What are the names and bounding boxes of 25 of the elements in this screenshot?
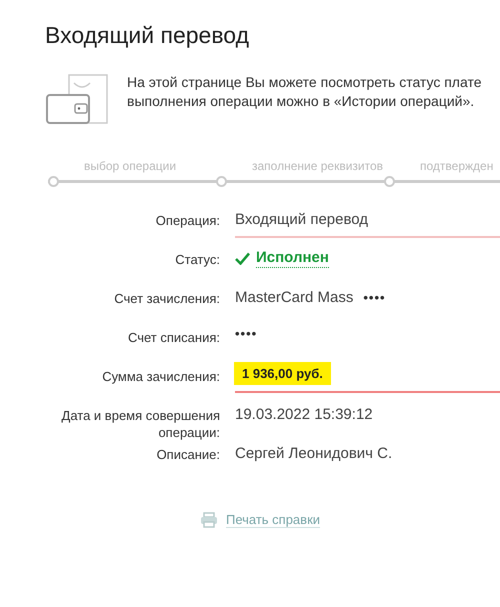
detail-label: Сумма зачисления:	[101, 368, 220, 385]
page-title: Входящий перевод	[44, 21, 250, 49]
amount-value: 1 936,00 руб.	[234, 362, 331, 385]
detail-label: Описание:	[156, 446, 220, 463]
step-label: подтвержден	[420, 159, 494, 173]
print-link[interactable]: Печать справки	[226, 512, 320, 528]
detail-label: Дата и время совершения операции:	[60, 407, 220, 441]
operation-value: Входящий перевод	[235, 209, 500, 238]
masked-digits: ••••	[235, 326, 258, 341]
info-text: На этой странице Вы можете посмотреть статус плате	[127, 73, 482, 92]
step-label: заполнение реквизитов	[252, 159, 384, 173]
detail-label: Операция:	[154, 212, 220, 229]
masked-digits: ••••	[363, 290, 386, 305]
detail-label: Счет зачисления:	[113, 290, 220, 307]
detail-label: Счет списания:	[126, 329, 220, 346]
detail-value: 19.03.2022 15:39:12	[235, 405, 373, 425]
detail-label: Статус:	[174, 251, 220, 268]
info-text: выполнения операции можно в «Истории операций».	[127, 92, 476, 111]
wallet-icon	[45, 73, 109, 125]
check-icon	[235, 252, 250, 264]
step-label: выбор операции	[84, 159, 176, 173]
detail-value: MasterCard Mass	[235, 288, 354, 308]
status-value[interactable]: Исполнен	[256, 248, 329, 268]
printer-icon[interactable]	[200, 512, 218, 528]
detail-value: Сергей Леонидович С.	[235, 444, 392, 464]
